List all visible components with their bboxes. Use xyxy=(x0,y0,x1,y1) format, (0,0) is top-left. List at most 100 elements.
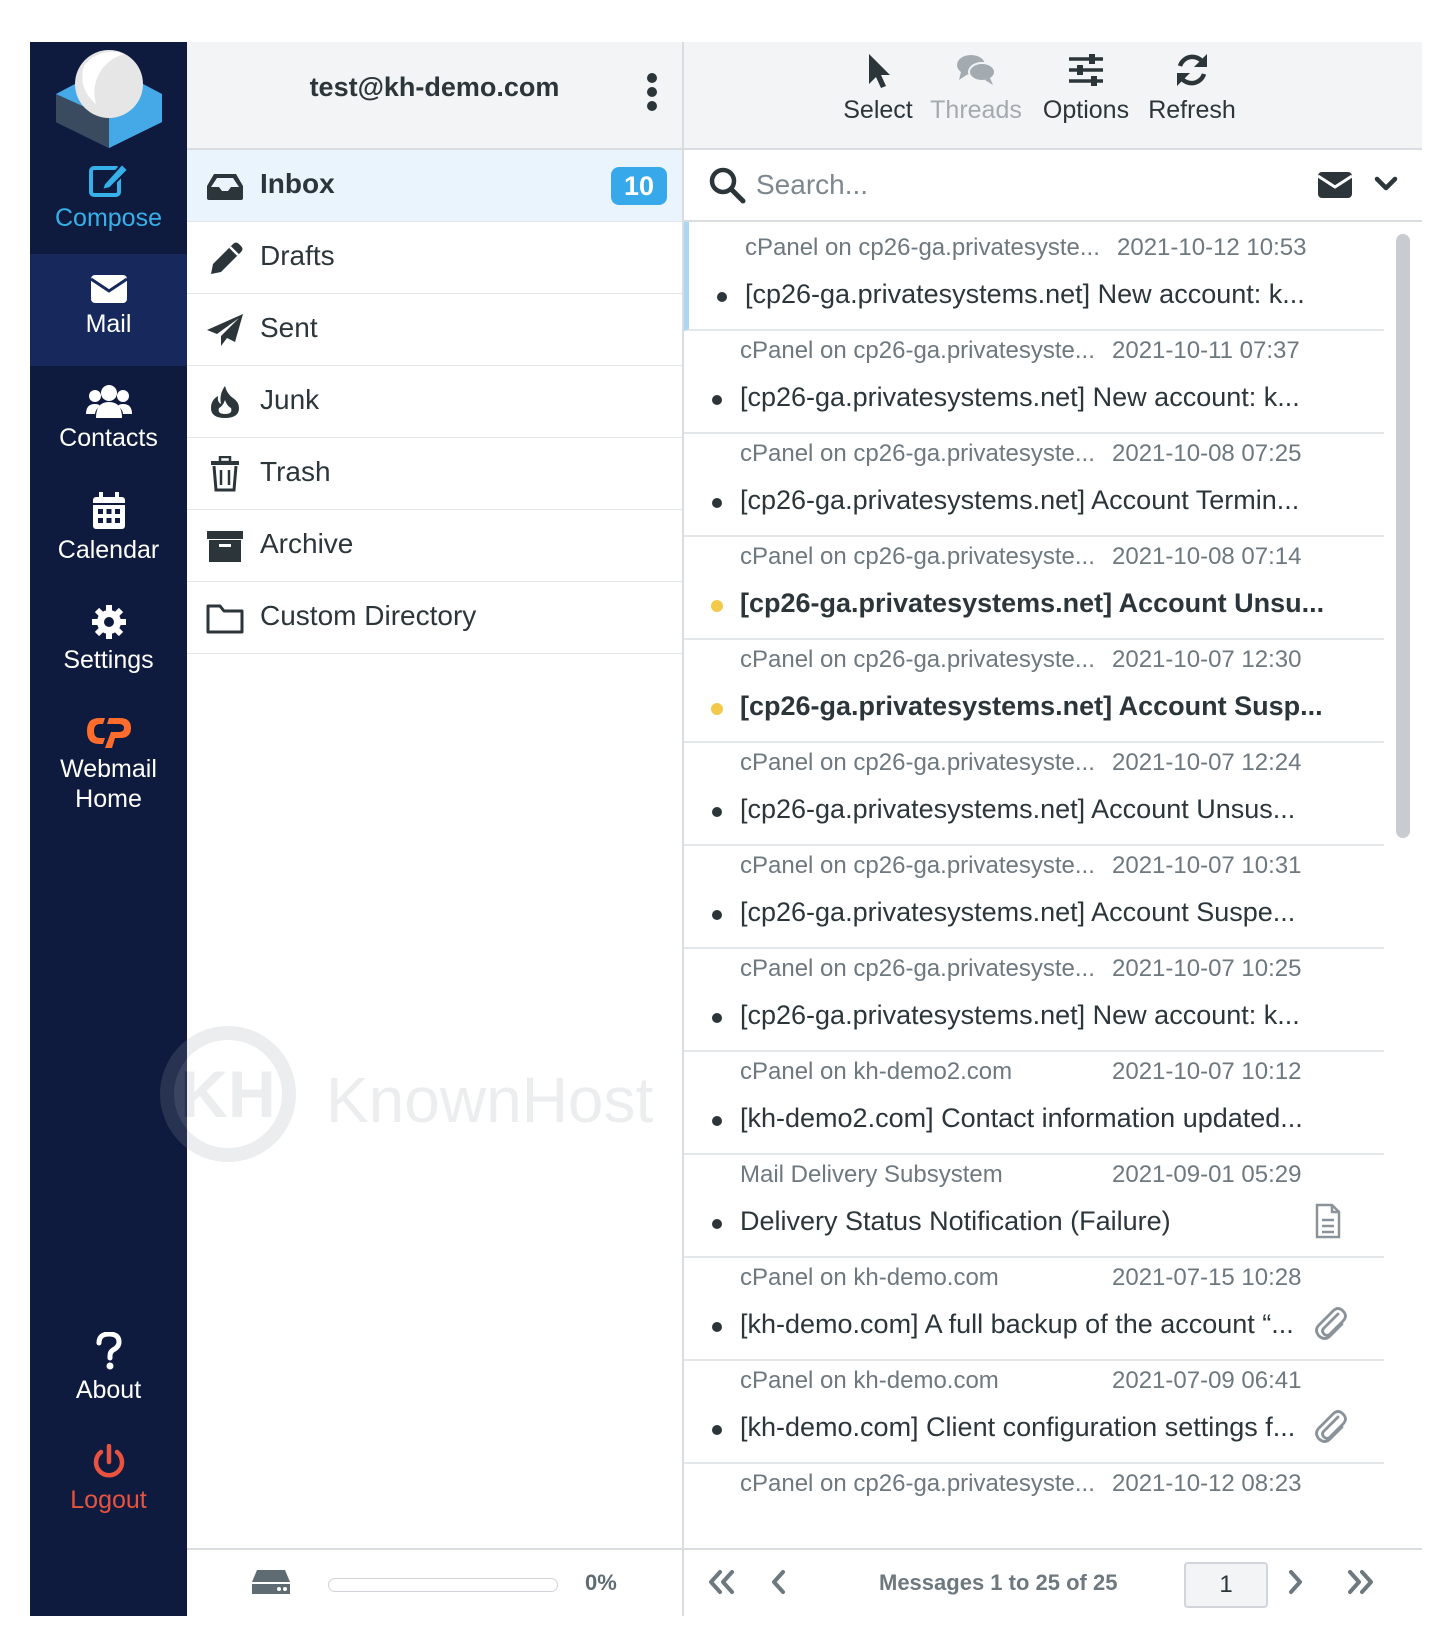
main-nav: Compose Mail Contacts Calendar Settings … xyxy=(30,42,187,1616)
folder-icon xyxy=(206,604,244,634)
message-from: cPanel on cp26-ga.privatesyste... xyxy=(740,852,1095,879)
message-row[interactable]: cPanel on cp26-ga.privatesyste... 2021-10… xyxy=(684,737,1384,846)
message-from: cPanel on cp26-ga.privatesyste... xyxy=(740,955,1095,982)
search-icon[interactable] xyxy=(708,166,746,204)
message-row[interactable]: cPanel on cp26-ga.privatesyste... 2021-10… xyxy=(684,531,1384,640)
message-from: cPanel on cp26-ga.privatesyste... xyxy=(740,1470,1095,1497)
message-from: cPanel on cp26-ga.privatesyste... xyxy=(740,337,1095,364)
message-date: 2021-07-15 10:28 xyxy=(1112,1264,1302,1291)
threads-label: Threads xyxy=(930,96,1022,124)
hard-drive-icon[interactable] xyxy=(251,1568,291,1596)
nav-compose-label: Compose xyxy=(55,204,162,232)
message-date: 2021-10-07 10:31 xyxy=(1112,852,1302,879)
message-row[interactable]: cPanel on kh-demo.com 2021-07-09 06:41 [kh… xyxy=(684,1355,1384,1464)
quota-bar xyxy=(328,1578,558,1592)
page-number-input[interactable] xyxy=(1184,1562,1268,1608)
status-dot[interactable] xyxy=(712,807,722,817)
select-button[interactable]: Select xyxy=(834,50,922,125)
message-row[interactable]: cPanel on cp26-ga.privatesyste... 2021-10… xyxy=(684,222,1384,331)
flag-status-dot[interactable] xyxy=(711,600,723,612)
message-subject: [kh-demo.com] Client configuration setti… xyxy=(740,1412,1296,1442)
message-date: 2021-10-12 08:23 xyxy=(1112,1470,1302,1497)
previous-page-icon[interactable] xyxy=(768,1566,790,1598)
message-row[interactable]: cPanel on cp26-ga.privatesyste... 2021-10… xyxy=(684,943,1384,1052)
first-page-icon[interactable] xyxy=(706,1566,738,1598)
message-row[interactable]: cPanel on cp26-ga.privatesyste... 2021-10… xyxy=(684,1458,1384,1548)
folder-inbox[interactable]: Inbox 10 xyxy=(187,150,682,222)
message-subject: [cp26-ga.privatesystems.net] Account Uns… xyxy=(740,588,1325,618)
options-button[interactable]: Options xyxy=(1036,50,1136,125)
status-dot[interactable] xyxy=(712,1425,722,1435)
flag-status-dot[interactable] xyxy=(711,703,723,715)
message-subject: [cp26-ga.privatesystems.net] New account… xyxy=(745,279,1305,309)
message-row[interactable]: cPanel on cp26-ga.privatesyste... 2021-10… xyxy=(684,840,1384,949)
paperclip-icon[interactable] xyxy=(1314,1409,1348,1445)
envelope-icon[interactable] xyxy=(1317,171,1353,199)
message-date: 2021-07-09 06:41 xyxy=(1112,1367,1302,1394)
message-date: 2021-10-12 10:53 xyxy=(1117,234,1307,261)
threads-button[interactable]: Threads xyxy=(926,50,1026,125)
chevron-down-icon[interactable] xyxy=(1374,176,1398,192)
message-list: cPanel on cp26-ga.privatesyste... 2021-10… xyxy=(684,222,1384,1548)
message-row[interactable]: cPanel on cp26-ga.privatesyste... 2021-10… xyxy=(684,325,1384,434)
nav-about[interactable]: About xyxy=(30,1332,187,1405)
message-date: 2021-10-07 12:30 xyxy=(1112,646,1302,673)
paperclip-icon[interactable] xyxy=(1314,1306,1348,1342)
kebab-menu-icon[interactable] xyxy=(645,72,659,112)
message-row[interactable]: cPanel on kh-demo2.com 2021-10-07 10:12 [k… xyxy=(684,1046,1384,1155)
nav-settings[interactable]: Settings xyxy=(30,604,187,675)
folder-panel: test@kh-demo.com Inbox 10 Drafts Sent Ju… xyxy=(187,42,684,1618)
message-row[interactable]: cPanel on kh-demo.com 2021-07-15 10:28 [kh… xyxy=(684,1252,1384,1361)
refresh-button[interactable]: Refresh xyxy=(1144,50,1240,125)
nav-mail[interactable]: Mail xyxy=(30,254,187,366)
folder-label: Custom Directory xyxy=(260,600,477,631)
message-row[interactable]: Mail Delivery Subsystem 2021-09-01 05:29 D… xyxy=(684,1149,1384,1258)
message-from: cPanel on kh-demo2.com xyxy=(740,1058,1013,1085)
status-dot[interactable] xyxy=(717,292,727,302)
nav-logout[interactable]: Logout xyxy=(30,1444,187,1515)
file-report-icon[interactable] xyxy=(1314,1203,1342,1239)
message-row[interactable]: cPanel on cp26-ga.privatesyste... 2021-10… xyxy=(684,634,1384,743)
nav-compose[interactable]: Compose xyxy=(30,160,187,233)
nav-calendar[interactable]: Calendar xyxy=(30,492,187,565)
nav-webmail-label-2: Home xyxy=(75,785,142,813)
message-subject: [cp26-ga.privatesystems.net] Account Sus… xyxy=(740,897,1296,927)
folder-label: Inbox xyxy=(260,168,335,199)
folder-label: Drafts xyxy=(260,240,335,271)
message-subject: [cp26-ga.privatesystems.net] New account… xyxy=(740,1000,1300,1030)
nav-webmail-home[interactable]: Webmail Home xyxy=(30,714,187,814)
nav-contacts[interactable]: Contacts xyxy=(30,384,187,453)
message-subject: [cp26-ga.privatesystems.net] New account… xyxy=(740,382,1300,412)
search-input[interactable] xyxy=(754,162,1278,208)
message-from: cPanel on cp26-ga.privatesyste... xyxy=(740,543,1095,570)
message-from: cPanel on cp26-ga.privatesyste... xyxy=(740,646,1095,673)
status-dot[interactable] xyxy=(712,1013,722,1023)
messages-footer: Messages 1 to 25 of 25 xyxy=(684,1548,1422,1618)
status-dot[interactable] xyxy=(712,910,722,920)
users-icon xyxy=(85,385,132,418)
scrollbar-thumb[interactable] xyxy=(1396,234,1410,838)
archive-icon xyxy=(207,531,243,562)
comments-icon xyxy=(957,55,996,85)
folder-sent[interactable]: Sent xyxy=(187,294,682,366)
folder-drafts[interactable]: Drafts xyxy=(187,222,682,294)
message-from: cPanel on cp26-ga.privatesyste... xyxy=(740,440,1095,467)
folder-trash[interactable]: Trash xyxy=(187,438,682,510)
status-dot[interactable] xyxy=(712,1322,722,1332)
folder-custom-directory[interactable]: Custom Directory xyxy=(187,582,682,654)
message-subject: [cp26-ga.privatesystems.net] Account Ter… xyxy=(740,485,1300,515)
status-dot[interactable] xyxy=(712,498,722,508)
status-dot[interactable] xyxy=(712,1116,722,1126)
power-icon xyxy=(93,1444,124,1478)
folder-junk[interactable]: Junk xyxy=(187,366,682,438)
status-dot[interactable] xyxy=(712,395,722,405)
scrollbar[interactable] xyxy=(1384,222,1422,1548)
status-dot[interactable] xyxy=(712,1219,722,1229)
last-page-icon[interactable] xyxy=(1344,1566,1376,1598)
roundcube-logo[interactable] xyxy=(54,44,164,148)
message-row[interactable]: cPanel on cp26-ga.privatesyste... 2021-10… xyxy=(684,428,1384,537)
refresh-icon xyxy=(1177,54,1207,86)
account-email: test@kh-demo.com xyxy=(309,72,560,102)
folder-archive[interactable]: Archive xyxy=(187,510,682,582)
next-page-icon[interactable] xyxy=(1284,1566,1306,1598)
